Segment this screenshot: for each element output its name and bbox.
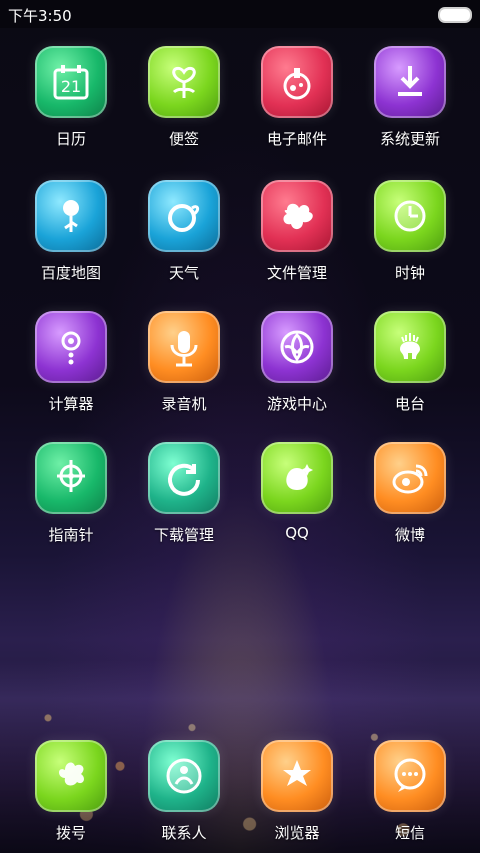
- status-time: 下午3:50: [8, 7, 72, 25]
- app-label: 电子邮件: [266, 130, 327, 148]
- qq-icon: [261, 442, 333, 514]
- app-weather[interactable]: 天气: [129, 180, 239, 290]
- app-label: 下载管理: [153, 526, 214, 544]
- app-system-update[interactable]: 系统更新: [355, 46, 465, 156]
- app-compass[interactable]: 指南针: [16, 442, 126, 552]
- app-label: 系统更新: [379, 130, 440, 148]
- dock: 拨号 联系人 浏览器 短信: [0, 740, 480, 853]
- app-label: 浏览器: [274, 824, 320, 842]
- contacts-icon: [148, 740, 220, 812]
- app-label: 电台: [394, 395, 425, 413]
- app-label: 百度地图: [40, 264, 101, 282]
- phone-icon: [35, 740, 107, 812]
- app-download-manager[interactable]: 下载管理: [129, 442, 239, 552]
- app-radio[interactable]: 电台: [355, 311, 465, 421]
- app-email[interactable]: 电子邮件: [242, 46, 352, 156]
- status-bar: 下午3:50: [0, 0, 480, 28]
- radio-icon: [374, 311, 446, 383]
- notes-icon: [148, 46, 220, 118]
- app-messages[interactable]: 短信: [355, 740, 465, 850]
- app-label: 短信: [394, 824, 425, 842]
- app-file-manager[interactable]: 文件管理: [242, 180, 352, 290]
- app-contacts[interactable]: 联系人: [129, 740, 239, 850]
- app-notes[interactable]: 便签: [129, 46, 239, 156]
- app-weibo[interactable]: 微博: [355, 442, 465, 552]
- compass-icon: [35, 442, 107, 514]
- download-icon: [374, 46, 446, 118]
- map-pin-icon: [35, 180, 107, 252]
- game-center-icon: [261, 311, 333, 383]
- weibo-icon: [374, 442, 446, 514]
- app-clock[interactable]: 时钟: [355, 180, 465, 290]
- app-label: 便签: [168, 130, 199, 148]
- app-calendar[interactable]: 21 日历: [16, 46, 126, 156]
- browser-icon: [261, 740, 333, 812]
- app-label: 日历: [55, 130, 86, 148]
- clock-icon: [374, 180, 446, 252]
- weather-icon: [148, 180, 220, 252]
- app-calculator[interactable]: 计算器: [16, 311, 126, 421]
- app-label: 文件管理: [266, 264, 327, 282]
- app-label: 联系人: [161, 824, 207, 842]
- calendar-date: 21: [61, 77, 81, 96]
- app-label: 指南针: [48, 526, 94, 544]
- app-browser[interactable]: 浏览器: [242, 740, 352, 850]
- app-label: 游戏中心: [266, 395, 327, 413]
- app-label: 计算器: [48, 395, 94, 413]
- app-label: 时钟: [394, 264, 425, 282]
- file-manager-icon: [261, 180, 333, 252]
- app-game-center[interactable]: 游戏中心: [242, 311, 352, 421]
- app-label: QQ: [285, 524, 309, 542]
- email-icon: [261, 46, 333, 118]
- messages-icon: [374, 740, 446, 812]
- app-baidu-maps[interactable]: 百度地图: [16, 180, 126, 290]
- battery-icon: [438, 7, 472, 23]
- app-label: 录音机: [161, 395, 207, 413]
- microphone-icon: [148, 311, 220, 383]
- calculator-icon: [35, 311, 107, 383]
- app-qq[interactable]: QQ: [242, 442, 352, 552]
- calendar-icon: 21: [35, 46, 107, 118]
- app-phone[interactable]: 拨号: [16, 740, 126, 850]
- app-voice-recorder[interactable]: 录音机: [129, 311, 239, 421]
- download-manager-icon: [148, 442, 220, 514]
- app-label: 天气: [168, 264, 199, 282]
- app-label: 拨号: [55, 824, 86, 842]
- app-label: 微博: [394, 526, 425, 544]
